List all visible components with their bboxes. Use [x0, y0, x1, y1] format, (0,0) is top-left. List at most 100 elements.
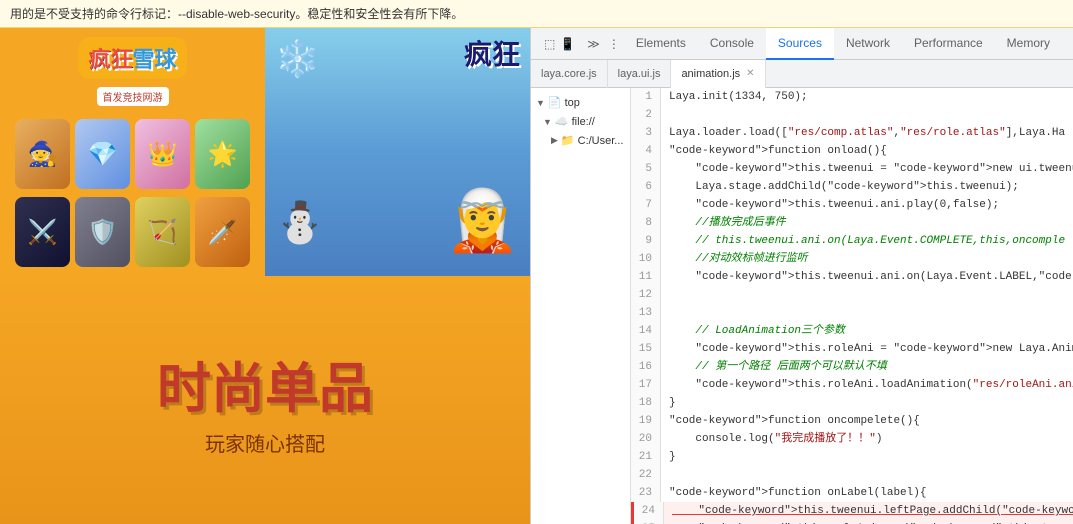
line-number: 9 — [631, 232, 661, 250]
tree-icon-top: 📄 — [548, 96, 562, 109]
code-line-10[interactable]: 10 //对动效标帧进行监听 — [631, 250, 1073, 268]
line-content: "code-keyword">this.roleAni.pos("code-ke… — [664, 520, 1073, 524]
code-line-13[interactable]: 13 — [631, 304, 1073, 322]
code-line-9[interactable]: 9 // this.tweenui.ani.on(Laya.Event.COMP… — [631, 232, 1073, 250]
line-number: 13 — [631, 304, 661, 322]
line-content: "code-keyword">this.tweenui = "code-keyw… — [661, 160, 1073, 178]
game-tagline: 首发竞技网游 — [97, 87, 169, 106]
line-number: 1 — [631, 88, 661, 106]
code-line-22[interactable]: 22 — [631, 466, 1073, 484]
code-line-2[interactable]: 2 — [631, 106, 1073, 124]
tab-application[interactable]: Applicatio... — [1062, 28, 1073, 60]
snowflake-deco: ❄️ — [275, 38, 320, 80]
file-tab-laya-ui[interactable]: laya.ui.js — [608, 60, 672, 88]
line-content: // LoadAnimation三个参数 — [661, 322, 1073, 340]
code-line-25[interactable]: 25 "code-keyword">this.roleAni.pos("code… — [631, 520, 1073, 524]
character-row-2: ⚔️ 🛡️ 🏹 🗡️ — [15, 197, 250, 267]
tree-item-file[interactable]: ▼ ☁️ file:// — [531, 112, 630, 131]
line-content: "code-keyword">this.tweenui.ani.on(Laya.… — [661, 268, 1073, 286]
code-line-24[interactable]: 24 "code-keyword">this.tweenui.leftPage.… — [631, 502, 1073, 520]
file-tree: ▼ 📄 top ▼ ☁️ file:// ▶ 📁 C:/User... — [531, 88, 631, 524]
line-content: Laya.stage.addChild("code-keyword">this.… — [661, 178, 1073, 196]
code-line-21[interactable]: 21} — [631, 448, 1073, 466]
file-tabs: laya.core.js laya.ui.js animation.js ✕ — [531, 60, 1073, 88]
tree-item-cuser[interactable]: ▶ 📁 C:/User... — [531, 131, 630, 150]
line-number: 19 — [631, 412, 661, 430]
warning-text: 用的是不受支持的命令行标记：--disable-web-security。稳定性… — [10, 5, 463, 22]
character-8: 🗡️ — [195, 197, 250, 267]
file-tab-laya-core[interactable]: laya.core.js — [531, 60, 608, 88]
line-content — [661, 466, 1073, 484]
game-logo-text: 疯狂 — [88, 42, 132, 74]
line-number: 17 — [631, 376, 661, 394]
tab-network[interactable]: Network — [834, 28, 902, 60]
tree-item-top[interactable]: ▼ 📄 top — [531, 93, 630, 112]
line-number: 22 — [631, 466, 661, 484]
line-content: "code-keyword">function oncompelete(){ — [661, 412, 1073, 430]
code-editor[interactable]: 1Laya.init(1334, 750);23Laya.loader.load… — [631, 88, 1073, 524]
code-line-16[interactable]: 16 // 第一个路径 后面两个可以默认不填 — [631, 358, 1073, 376]
tab-sources[interactable]: Sources — [766, 28, 834, 60]
inspect-icon[interactable]: ⬚ — [544, 37, 555, 51]
character-5: ⚔️ — [15, 197, 70, 267]
code-line-12[interactable]: 12 — [631, 286, 1073, 304]
mobile-icon[interactable]: 📱 — [560, 37, 575, 51]
devtools-panel: ⬚ 📱 ≫ ⋮ Elements Console Sources Network… — [530, 28, 1073, 524]
line-number: 21 — [631, 448, 661, 466]
character-4: 🌟 — [195, 119, 250, 189]
code-line-19[interactable]: 19"code-keyword">function oncompelete(){ — [631, 412, 1073, 430]
line-content: "code-keyword">this.roleAni = "code-keyw… — [661, 340, 1073, 358]
line-number: 25 — [634, 520, 664, 524]
code-line-14[interactable]: 14 // LoadAnimation三个参数 — [631, 322, 1073, 340]
tab-console[interactable]: Console — [698, 28, 766, 60]
main-layout: 疯狂 雪球 首发竞技网游 🧙 💎 👑 🌟 ⚔️ 🛡️ 🏹 🗡️ — [0, 28, 1073, 524]
tree-icon-cuser: 📁 — [561, 134, 575, 147]
code-line-20[interactable]: 20 console.log("我完成播放了！！") — [631, 430, 1073, 448]
line-number: 15 — [631, 340, 661, 358]
devtools-tabs: ⬚ 📱 ≫ ⋮ Elements Console Sources Network… — [531, 28, 1073, 60]
more-tabs-icon[interactable]: ≫ — [583, 37, 604, 51]
tab-memory[interactable]: Memory — [995, 28, 1062, 60]
code-line-18[interactable]: 18} — [631, 394, 1073, 412]
code-line-3[interactable]: 3Laya.loader.load(["res/comp.atlas","res… — [631, 124, 1073, 142]
code-line-6[interactable]: 6 Laya.stage.addChild("code-keyword">thi… — [631, 178, 1073, 196]
line-number: 18 — [631, 394, 661, 412]
tree-icon-file: ☁️ — [555, 115, 569, 128]
line-number: 14 — [631, 322, 661, 340]
character-7: 🏹 — [135, 197, 190, 267]
line-content: // this.tweenui.ani.on(Laya.Event.COMPLE… — [661, 232, 1073, 250]
code-line-11[interactable]: 11 "code-keyword">this.tweenui.ani.on(La… — [631, 268, 1073, 286]
game-logo-text2: 雪球 — [133, 42, 177, 74]
customize-icon[interactable]: ⋮ — [604, 37, 624, 51]
line-number: 16 — [631, 358, 661, 376]
line-content: //对动效标帧进行监听 — [661, 250, 1073, 268]
main-character: 🧝 — [445, 185, 520, 256]
line-content: "code-keyword">this.tweenui.ani.play(0,f… — [661, 196, 1073, 214]
left-panel: 疯狂 雪球 首发竞技网游 🧙 💎 👑 🌟 ⚔️ 🛡️ 🏹 🗡️ — [0, 28, 530, 524]
code-line-8[interactable]: 8 //播放完成后事件 — [631, 214, 1073, 232]
code-line-15[interactable]: 15 "code-keyword">this.roleAni = "code-k… — [631, 340, 1073, 358]
character-3: 👑 — [135, 119, 190, 189]
code-line-23[interactable]: 23"code-keyword">function onLabel(label)… — [631, 484, 1073, 502]
line-number: 5 — [631, 160, 661, 178]
devtools-content: ▼ 📄 top ▼ ☁️ file:// ▶ 📁 C:/User... — [531, 88, 1073, 524]
code-line-17[interactable]: 17 "code-keyword">this.roleAni.loadAnima… — [631, 376, 1073, 394]
tree-arrow-file: ▼ — [543, 117, 552, 127]
file-tab-close-icon[interactable]: ✕ — [746, 68, 754, 79]
file-tab-animation[interactable]: animation.js ✕ — [671, 60, 765, 88]
code-line-7[interactable]: 7 "code-keyword">this.tweenui.ani.play(0… — [631, 196, 1073, 214]
character-row-1: 🧙 💎 👑 🌟 — [15, 119, 250, 189]
left-panel-top-left: 疯狂 雪球 首发竞技网游 🧙 💎 👑 🌟 ⚔️ 🛡️ 🏹 🗡️ — [0, 28, 265, 276]
line-content — [661, 106, 1073, 124]
tab-performance[interactable]: Performance — [902, 28, 995, 60]
tab-elements[interactable]: Elements — [624, 28, 698, 60]
code-line-5[interactable]: 5 "code-keyword">this.tweenui = "code-ke… — [631, 160, 1073, 178]
line-content: "code-keyword">function onload(){ — [661, 142, 1073, 160]
sub-text: 玩家随心搭配 — [205, 428, 325, 457]
line-number: 3 — [631, 124, 661, 142]
line-number: 10 — [631, 250, 661, 268]
code-line-1[interactable]: 1Laya.init(1334, 750); — [631, 88, 1073, 106]
line-number: 2 — [631, 106, 661, 124]
code-line-4[interactable]: 4"code-keyword">function onload(){ — [631, 142, 1073, 160]
line-number: 11 — [631, 268, 661, 286]
